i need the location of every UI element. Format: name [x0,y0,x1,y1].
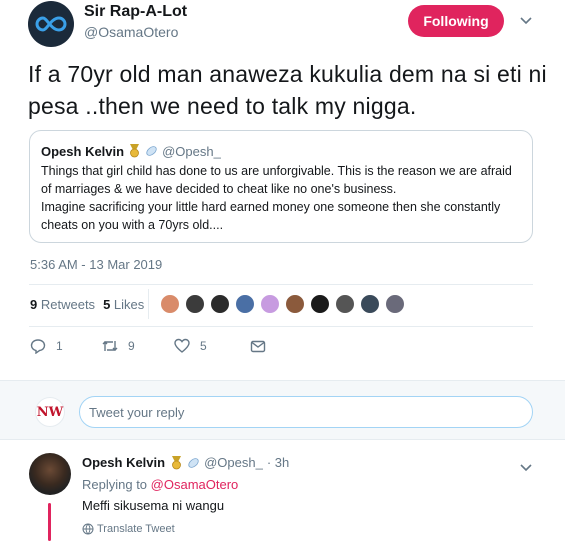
author-name[interactable]: Sir Rap-A-Lot [84,3,187,21]
infinity-logo-icon [35,16,67,32]
author-avatar[interactable] [28,1,74,47]
divider [29,284,533,285]
user-avatar[interactable]: NW [35,397,65,427]
reply-button[interactable]: 1 [30,338,102,354]
chevron-down-icon[interactable] [518,12,534,28]
replying-to: Replying to @OsamaOtero [82,477,239,492]
heart-icon [174,338,190,353]
reply-composer: NW [0,380,565,440]
like-count: 5 [200,339,207,353]
quoted-tweet[interactable]: Opesh Kelvin @Opesh_ Things that girl ch… [29,130,533,243]
liker-avatar[interactable] [235,294,255,314]
replying-to-link[interactable]: @OsamaOtero [151,477,239,492]
following-button[interactable]: Following [408,5,504,37]
tweet-text: If a 70yr old man anaweza kukulia dem na… [28,61,547,119]
reply-author-handle[interactable]: @Opesh_ [204,455,263,470]
tweet-timestamp[interactable]: 5:36 AM - 13 Mar 2019 [30,257,162,272]
medal-icon [172,455,182,469]
translate-tweet-link[interactable]: Translate Tweet [82,523,175,535]
likers-avatars [160,294,410,314]
rugby-ball-icon [146,146,157,156]
liker-avatar[interactable] [335,294,355,314]
retweet-count: 9 [128,339,135,353]
retweet-button[interactable]: 9 [102,338,174,354]
liker-avatar[interactable] [360,294,380,314]
stats-separator [148,289,149,319]
liker-avatar[interactable] [185,294,205,314]
tweet-stats: 9 Retweets 5 Likes [30,297,152,312]
tweet-actions: 1 9 5 [30,338,266,354]
direct-message-button[interactable] [250,338,266,354]
quote-author-handle: @Opesh_ [162,143,221,159]
envelope-icon [250,340,266,353]
liker-avatar[interactable] [310,294,330,314]
divider [29,326,533,327]
rugby-ball-icon [188,457,199,468]
like-button[interactable]: 5 [174,338,250,354]
quote-text-line-2: Imagine sacrificing your little hard ear… [41,200,501,232]
quote-text: Things that girl child has done to us ar… [41,162,521,234]
liker-avatar[interactable] [385,294,405,314]
liker-avatar[interactable] [160,294,180,314]
reply-icon [30,339,46,354]
reply-author-avatar[interactable] [29,453,71,495]
medal-icon [130,144,140,158]
likes-stat[interactable]: 5 Likes [103,297,144,312]
reply-text: Meffi sikusema ni wangu [82,498,225,513]
author-handle[interactable]: @OsamaOtero [84,24,178,40]
quote-author-name: Opesh Kelvin [41,143,125,159]
liker-avatar[interactable] [210,294,230,314]
liker-avatar[interactable] [260,294,280,314]
thread-line [48,503,51,541]
reply-time[interactable]: · 3h [267,455,289,470]
reply-input[interactable] [79,396,533,428]
retweet-icon [102,341,118,351]
chevron-down-icon[interactable] [518,459,534,475]
reply-count: 1 [56,339,63,353]
reply-author-name[interactable]: Opesh Kelvin [82,455,165,470]
retweets-stat[interactable]: 9 Retweets [30,297,95,312]
globe-icon [82,523,94,535]
liker-avatar[interactable] [285,294,305,314]
reply-tweet[interactable]: Opesh Kelvin @Opesh_ · 3h Replying to @O… [0,441,565,541]
quote-text-line-1: Things that girl child has done to us ar… [41,164,512,196]
